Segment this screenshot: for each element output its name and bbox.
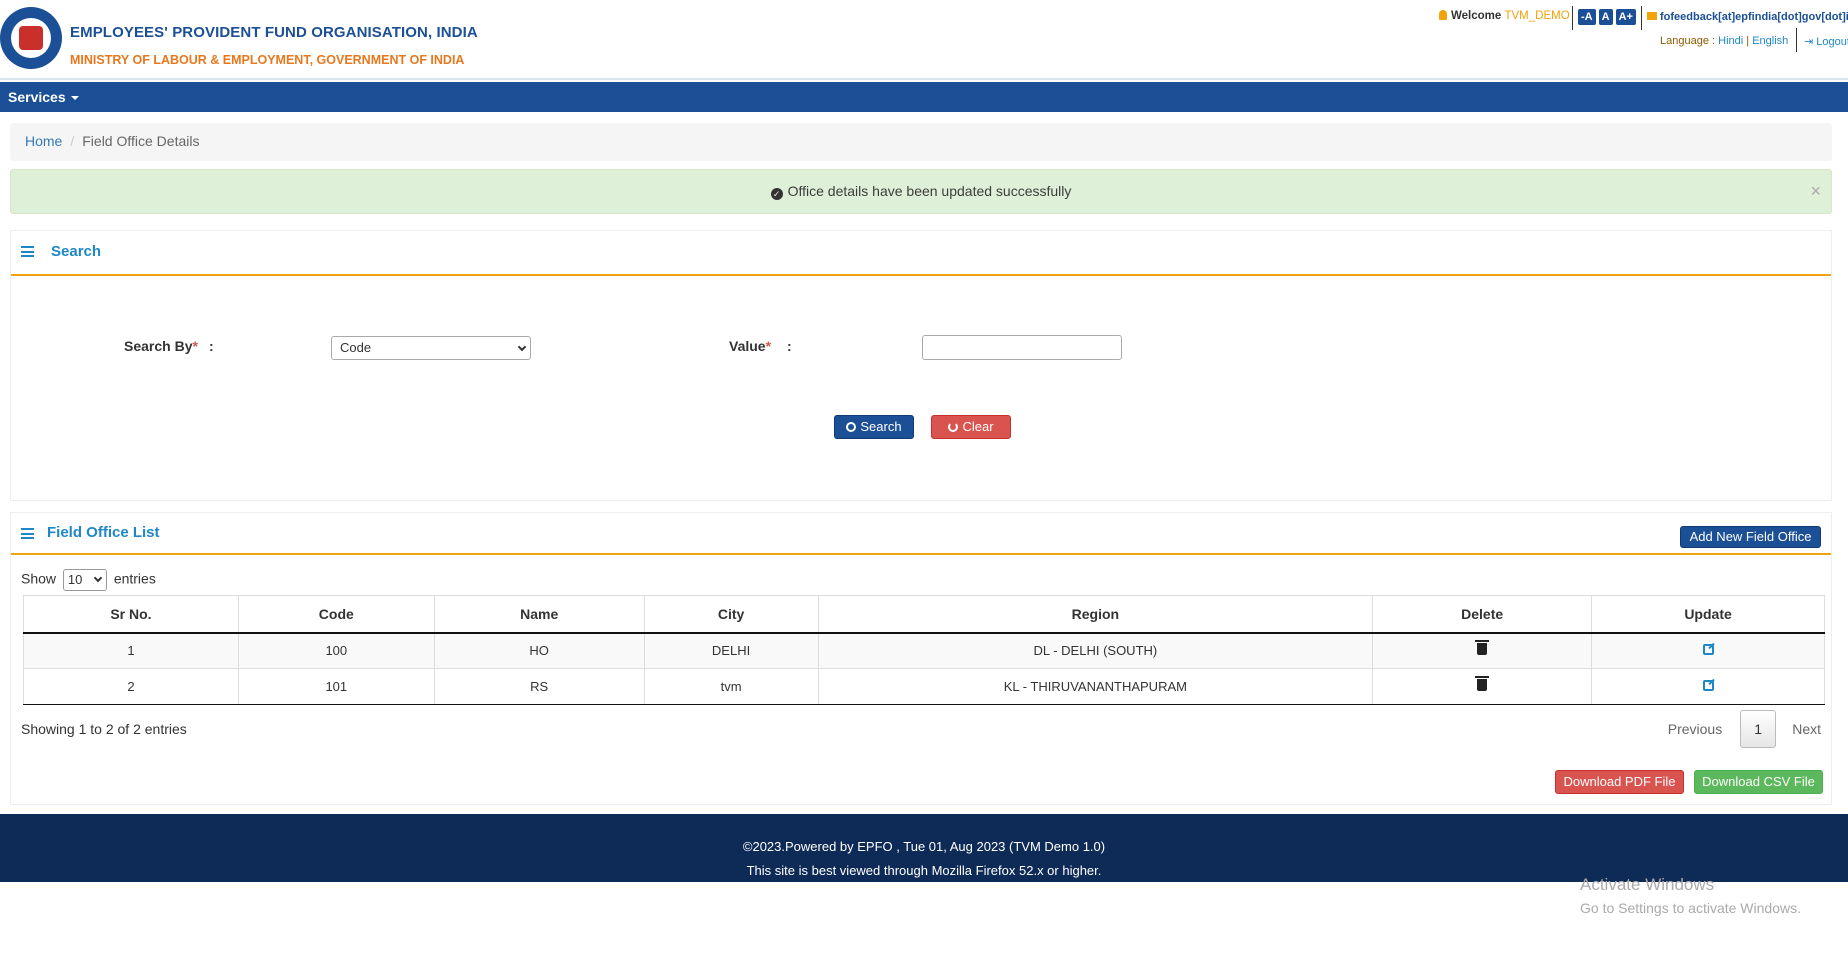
chevron-down-icon [93, 573, 103, 583]
field-office-table: Sr No. Code Name City Region Delete Upda… [23, 595, 1825, 705]
menu-icon [21, 528, 34, 539]
cell-sr: 1 [23, 632, 239, 669]
search-panel: Search Search By* : Code Value* : Search… [10, 230, 1832, 501]
check-circle-icon: ✓ [770, 188, 783, 200]
cell-city: DELHI [643, 632, 819, 669]
cell-update [1591, 668, 1825, 705]
cell-city: tvm [643, 668, 819, 705]
col-header-name[interactable]: Name [433, 595, 645, 634]
font-size-controls: -A A A+ [1578, 9, 1636, 25]
cell-region: KL - THIRUVANANTHAPURAM [817, 668, 1374, 705]
site-header: EMPLOYEES' PROVIDENT FUND ORGANISATION, … [0, 0, 1848, 80]
cell-delete [1372, 632, 1593, 669]
trash-icon[interactable] [1475, 640, 1490, 656]
table-row: 1 100 HO DELHI DL - DELHI (SOUTH) [23, 632, 1825, 669]
search-by-label: Search By* [124, 338, 198, 354]
success-alert: ✓ Office details have been updated succes… [10, 169, 1832, 214]
table-info: Showing 1 to 2 of 2 entries [21, 721, 187, 737]
divider [1641, 6, 1642, 30]
page-1-button[interactable]: 1 [1740, 710, 1777, 748]
page-length-select[interactable]: 10 [62, 569, 107, 591]
col-header-delete: Delete [1372, 595, 1593, 634]
breadcrumb-home[interactable]: Home [25, 133, 62, 149]
org-title: EMPLOYEES' PROVIDENT FUND ORGANISATION, … [70, 24, 478, 41]
user-icon [1439, 10, 1447, 20]
search-button[interactable]: Search [834, 415, 914, 439]
cell-code: 101 [237, 668, 435, 705]
page-length-control: Show 10 entries [21, 569, 156, 591]
mail-icon [1647, 12, 1657, 20]
lang-english-link[interactable]: English [1752, 35, 1788, 47]
footer-copyright: ©2023.Powered by EPFO , Tue 01, Aug 2023… [742, 839, 1106, 854]
table-row: 2 101 RS tvm KL - THIRUVANANTHAPURAM [23, 668, 1825, 705]
windows-watermark-subtitle: Go to Settings to activate Windows. [1580, 900, 1801, 916]
list-panel-title: Field Office List [47, 524, 160, 541]
col-header-update: Update [1591, 595, 1825, 634]
breadcrumb: Home / Field Office Details [10, 123, 1832, 161]
col-header-code[interactable]: Code [237, 595, 435, 634]
alert-message: Office details have been updated success… [787, 183, 1072, 199]
table-header-row: Sr No. Code Name City Region Delete Upda… [23, 595, 1825, 634]
clear-button[interactable]: Clear [931, 415, 1011, 439]
feedback-email-link[interactable]: fofeedback[at]epfindia[dot]gov[dot]in [1647, 11, 1848, 23]
colon: : [209, 338, 214, 354]
font-normal-button[interactable]: A [1598, 9, 1613, 25]
divider [1796, 28, 1797, 52]
cell-region: DL - DELHI (SOUTH) [817, 632, 1374, 669]
next-page-button[interactable]: Next [1776, 721, 1821, 737]
ministry-title: MINISTRY OF LABOUR & EMPLOYMENT, GOVERNM… [70, 53, 465, 67]
menu-icon [21, 246, 34, 257]
download-csv-button[interactable]: Download CSV File [1694, 770, 1823, 794]
main-navbar: Services [0, 82, 1848, 112]
logout-icon: ⇥ [1804, 36, 1817, 48]
cell-sr: 2 [23, 668, 239, 705]
refresh-icon [948, 422, 959, 432]
add-field-office-button[interactable]: Add New Field Office [1680, 526, 1821, 548]
edit-icon[interactable] [1702, 644, 1714, 656]
edit-icon[interactable] [1702, 680, 1714, 691]
col-header-sr[interactable]: Sr No. [23, 595, 239, 634]
site-footer: ©2023.Powered by EPFO , Tue 01, Aug 2023… [0, 814, 1848, 882]
breadcrumb-current: Field Office Details [82, 133, 200, 149]
search-icon [846, 422, 857, 432]
value-input[interactable] [922, 335, 1122, 360]
search-by-select[interactable]: Code [331, 336, 531, 360]
list-panel-header: Field Office List Add New Field Office [11, 513, 1831, 555]
cell-name: HO [433, 632, 645, 669]
field-office-list-panel: Field Office List Add New Field Office S… [10, 512, 1832, 805]
epfo-logo [0, 7, 62, 69]
value-label: Value* [729, 338, 772, 354]
username: TVM_DEMO [1504, 10, 1570, 22]
pagination: Previous 1 Next [1668, 710, 1821, 748]
trash-icon[interactable] [1475, 676, 1490, 691]
language-switcher: Language : Hindi | English [1660, 35, 1789, 47]
colon: : [787, 338, 792, 354]
search-panel-title: Search [51, 243, 102, 260]
font-increase-button[interactable]: A+ [1615, 9, 1636, 25]
lang-hindi-link[interactable]: Hindi [1718, 35, 1743, 47]
search-panel-header: Search [11, 231, 1831, 276]
col-header-city[interactable]: City [643, 595, 819, 634]
logout-link[interactable]: ⇥ Logout [1804, 35, 1848, 48]
windows-watermark-title: Activate Windows [1580, 875, 1715, 894]
cell-update [1591, 632, 1825, 669]
previous-page-button[interactable]: Previous [1668, 721, 1740, 737]
welcome-text: Welcome TVM_DEMO [1439, 10, 1570, 22]
cell-code: 100 [237, 632, 435, 669]
services-menu[interactable]: Services [8, 89, 79, 105]
col-header-region[interactable]: Region [817, 595, 1374, 634]
chevron-down-icon [517, 342, 527, 352]
cell-name: RS [433, 668, 645, 705]
cell-delete [1372, 668, 1593, 705]
divider [1572, 6, 1573, 30]
download-pdf-button[interactable]: Download PDF File [1555, 770, 1684, 794]
font-decrease-button[interactable]: -A [1578, 9, 1596, 25]
alert-close-button[interactable]: × [1810, 170, 1821, 213]
footer-browser-note: This site is best viewed through Mozilla… [746, 863, 1102, 878]
caret-down-icon [70, 96, 79, 100]
